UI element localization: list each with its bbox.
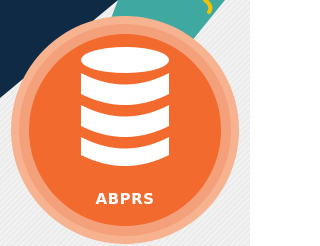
abprs-badge[interactable] bbox=[10, 15, 240, 245]
abprs-tile[interactable]: ABPRS bbox=[0, 0, 250, 246]
badge-label: ABPRS bbox=[95, 190, 155, 208]
